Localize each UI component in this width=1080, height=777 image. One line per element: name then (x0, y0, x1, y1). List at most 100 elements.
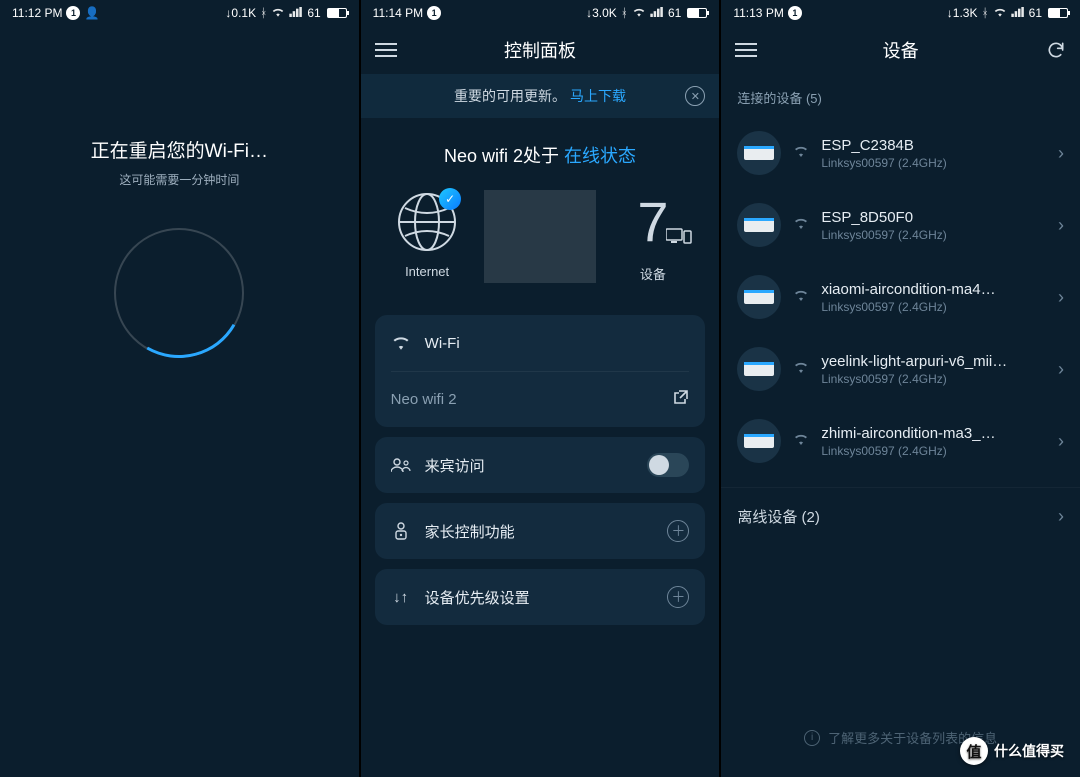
watermark-text: 什么值得买 (994, 741, 1064, 761)
update-text: 重要的可用更新。 (454, 86, 566, 106)
internet-label: Internet (405, 264, 449, 279)
battery-icon (327, 8, 347, 18)
router-status: Neo wifi 2处于 在线状态 (361, 142, 720, 168)
divider (484, 190, 597, 283)
device-avatar (737, 347, 781, 391)
battery-label: 61 (1029, 6, 1042, 20)
net-speed: ↓1.3K (947, 6, 978, 20)
device-sub: Linksys00597 (2.4GHz) (821, 228, 1046, 242)
statusbar: 11:13 PM 1 ↓1.3K ᚼ 61 (721, 0, 1080, 26)
watermark: 值 什么值得买 (960, 737, 1064, 765)
wifi-ssid: Neo wifi 2 (391, 391, 660, 408)
internet-tile[interactable]: ✓ Internet (371, 190, 484, 283)
notif-count-icon: 1 (427, 6, 441, 20)
globe-icon: ✓ (395, 190, 459, 254)
device-avatar (737, 131, 781, 175)
chevron-right-icon: › (1058, 431, 1064, 452)
navbar: 控制面板 (361, 26, 720, 74)
device-avatar (737, 419, 781, 463)
device-list: ESP_C2384BLinksys00597 (2.4GHz)›ESP_8D50… (721, 117, 1080, 477)
device-row[interactable]: zhimi-aircondition-ma3_…Linksys00597 (2.… (721, 405, 1080, 477)
menu-icon[interactable] (735, 43, 757, 57)
device-sub: Linksys00597 (2.4GHz) (821, 372, 1046, 386)
wifi-icon (632, 6, 646, 20)
device-row[interactable]: xiaomi-aircondition-ma4…Linksys00597 (2.… (721, 261, 1080, 333)
notif-count-icon: 1 (66, 6, 80, 20)
chevron-right-icon: › (1058, 287, 1064, 308)
add-icon[interactable]: ＋ (667, 520, 689, 542)
clock: 11:12 PM (12, 6, 62, 20)
restart-title: 正在重启您的Wi-Fi… (91, 136, 268, 163)
menu-icon[interactable] (375, 43, 397, 57)
signal-icon (1011, 6, 1025, 20)
priority-label: 设备优先级设置 (425, 587, 654, 608)
devices-tile[interactable]: 7 设备 (596, 190, 709, 283)
device-name: ESP_C2384B (821, 137, 1046, 154)
router-icon (744, 362, 774, 376)
update-link[interactable]: 马上下载 (570, 86, 626, 106)
priority-card[interactable]: ↓↑ 设备优先级设置 ＋ (375, 569, 706, 625)
router-icon (744, 434, 774, 448)
wifi-card[interactable]: Wi-Fi Neo wifi 2 (375, 315, 706, 427)
statusbar: 11:12 PM 1 👤 ↓0.1K ᚼ 61 (0, 0, 359, 26)
device-name: ESP_8D50F0 (821, 209, 1046, 226)
devices-icon (666, 227, 692, 250)
net-speed: ↓0.1K (225, 6, 256, 20)
device-name: yeelink-light-arpuri-v6_mii… (821, 353, 1046, 370)
device-avatar (737, 275, 781, 319)
guest-toggle[interactable] (647, 453, 689, 477)
chevron-right-icon: › (1058, 359, 1064, 380)
router-icon (744, 290, 774, 304)
signal-icon (289, 6, 303, 20)
devices-label: 设备 (640, 264, 666, 283)
device-sub: Linksys00597 (2.4GHz) (821, 156, 1046, 170)
external-link-icon[interactable] (673, 389, 689, 410)
wifi-icon (793, 288, 809, 306)
restart-body: 正在重启您的Wi-Fi… 这可能需要一分钟时间 (0, 26, 359, 777)
connected-header: 连接的设备 (5) (721, 74, 1080, 117)
device-row[interactable]: ESP_C2384BLinksys00597 (2.4GHz)› (721, 117, 1080, 189)
device-row[interactable]: yeelink-light-arpuri-v6_mii… Linksys00597… (721, 333, 1080, 405)
signal-icon (650, 6, 664, 20)
parental-label: 家长控制功能 (425, 521, 654, 542)
bluetooth-icon: ᚼ (260, 6, 267, 20)
wifi-title: Wi-Fi (425, 335, 690, 352)
router-icon (744, 218, 774, 232)
wifi-icon (993, 6, 1007, 20)
guest-card[interactable]: 来宾访问 (375, 437, 706, 493)
parental-icon (391, 522, 411, 540)
notif-count-icon: 1 (788, 6, 802, 20)
screen-devices: 11:13 PM 1 ↓1.3K ᚼ 61 设备 (721, 0, 1080, 777)
chevron-right-icon: › (1058, 506, 1064, 527)
loading-spinner (114, 228, 244, 358)
battery-label: 61 (307, 6, 320, 20)
priority-icon: ↓↑ (391, 589, 411, 606)
statusbar: 11:14 PM 1 ↓3.0K ᚼ 61 (361, 0, 720, 26)
nav-title: 控制面板 (504, 37, 576, 63)
restart-subtitle: 这可能需要一分钟时间 (119, 171, 239, 188)
device-avatar (737, 203, 781, 247)
close-icon[interactable]: ✕ (685, 86, 705, 106)
info-icon: i (804, 730, 820, 746)
wifi-icon (793, 216, 809, 234)
chevron-right-icon: › (1058, 215, 1064, 236)
add-icon[interactable]: ＋ (667, 586, 689, 608)
screen-dashboard: 11:14 PM 1 ↓3.0K ᚼ 61 控制面板 (361, 0, 720, 777)
parental-card[interactable]: 家长控制功能 ＋ (375, 503, 706, 559)
router-icon (744, 146, 774, 160)
net-speed: ↓3.0K (586, 6, 617, 20)
offline-section[interactable]: 离线设备 (2) › (721, 487, 1080, 545)
battery-icon (687, 8, 707, 18)
device-row[interactable]: ESP_8D50F0 Linksys00597 (2.4GHz) › (721, 189, 1080, 261)
update-banner[interactable]: 重要的可用更新。 马上下载 ✕ (361, 74, 720, 118)
device-name: xiaomi-aircondition-ma4… (821, 281, 1046, 298)
guest-icon (391, 458, 411, 472)
wifi-icon (793, 360, 809, 378)
watermark-badge: 值 (960, 737, 988, 765)
wifi-icon (391, 336, 411, 350)
screen-restarting: 11:12 PM 1 👤 ↓0.1K ᚼ 61 正在重启您的Wi-Fi… 这可能… (0, 0, 359, 777)
wifi-icon (271, 6, 285, 20)
check-badge-icon: ✓ (439, 188, 461, 210)
refresh-icon[interactable] (1046, 26, 1066, 74)
bluetooth-icon: ᚼ (981, 6, 988, 20)
